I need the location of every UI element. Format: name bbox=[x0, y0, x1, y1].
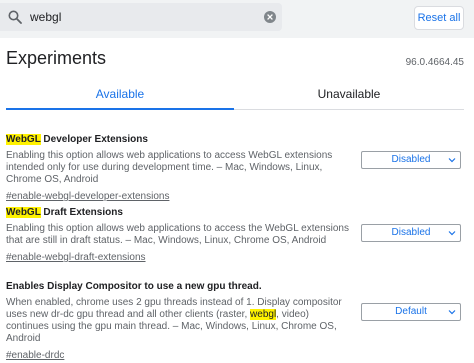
page-title: Experiments bbox=[6, 48, 107, 68]
tab-available[interactable]: Available bbox=[6, 87, 234, 109]
experiment-title: WebGL Draft Extensions bbox=[6, 207, 123, 218]
search-field[interactable]: webgl bbox=[0, 3, 282, 31]
experiment-title: Enables Display Compositor to use a new … bbox=[6, 281, 262, 292]
experiment-permalink[interactable]: #enable-webgl-draft-extensions bbox=[6, 252, 146, 263]
clear-search-icon[interactable] bbox=[264, 11, 276, 23]
search-highlight: WebGL bbox=[6, 207, 41, 218]
experiment-enable-drdc: Enables Display Compositor to use a new … bbox=[6, 281, 466, 363]
chevron-down-icon bbox=[448, 231, 456, 236]
experiment-description: Enabling this option allows web applicat… bbox=[6, 150, 333, 185]
experiment-description: When enabled, chrome uses 2 gpu threads … bbox=[6, 297, 342, 344]
search-icon bbox=[8, 10, 22, 24]
chevron-down-icon bbox=[448, 158, 456, 163]
experiment-state-select[interactable]: Disabled bbox=[361, 224, 461, 242]
experiment-permalink[interactable]: #enable-webgl-developer-extensions bbox=[6, 191, 169, 202]
reset-all-button[interactable]: Reset all bbox=[414, 6, 464, 30]
search-input[interactable]: webgl bbox=[30, 10, 61, 24]
tab-unavailable[interactable]: Unavailable bbox=[235, 87, 463, 109]
experiment-permalink[interactable]: #enable-drdc bbox=[6, 350, 64, 361]
experiment-state-select[interactable]: Default bbox=[361, 303, 461, 321]
experiment-webgl-developer-extensions: WebGL Developer Extensions Enabling this… bbox=[6, 134, 466, 204]
select-value: Disabled bbox=[391, 227, 431, 238]
version-label: 96.0.4664.45 bbox=[405, 57, 464, 68]
experiment-title: WebGL Developer Extensions bbox=[6, 134, 148, 145]
select-value: Default bbox=[395, 306, 427, 317]
search-highlight: WebGL bbox=[6, 134, 41, 145]
top-bar: webgl Reset all bbox=[0, 0, 474, 38]
experiment-state-select[interactable]: Disabled bbox=[361, 151, 461, 169]
search-highlight: webgl bbox=[250, 309, 277, 320]
experiment-description: Enabling this option allows web applicat… bbox=[6, 223, 349, 246]
select-value: Disabled bbox=[391, 154, 431, 165]
tab-divider bbox=[234, 109, 464, 110]
chevron-down-icon bbox=[448, 310, 456, 315]
active-tab-indicator bbox=[6, 108, 234, 110]
